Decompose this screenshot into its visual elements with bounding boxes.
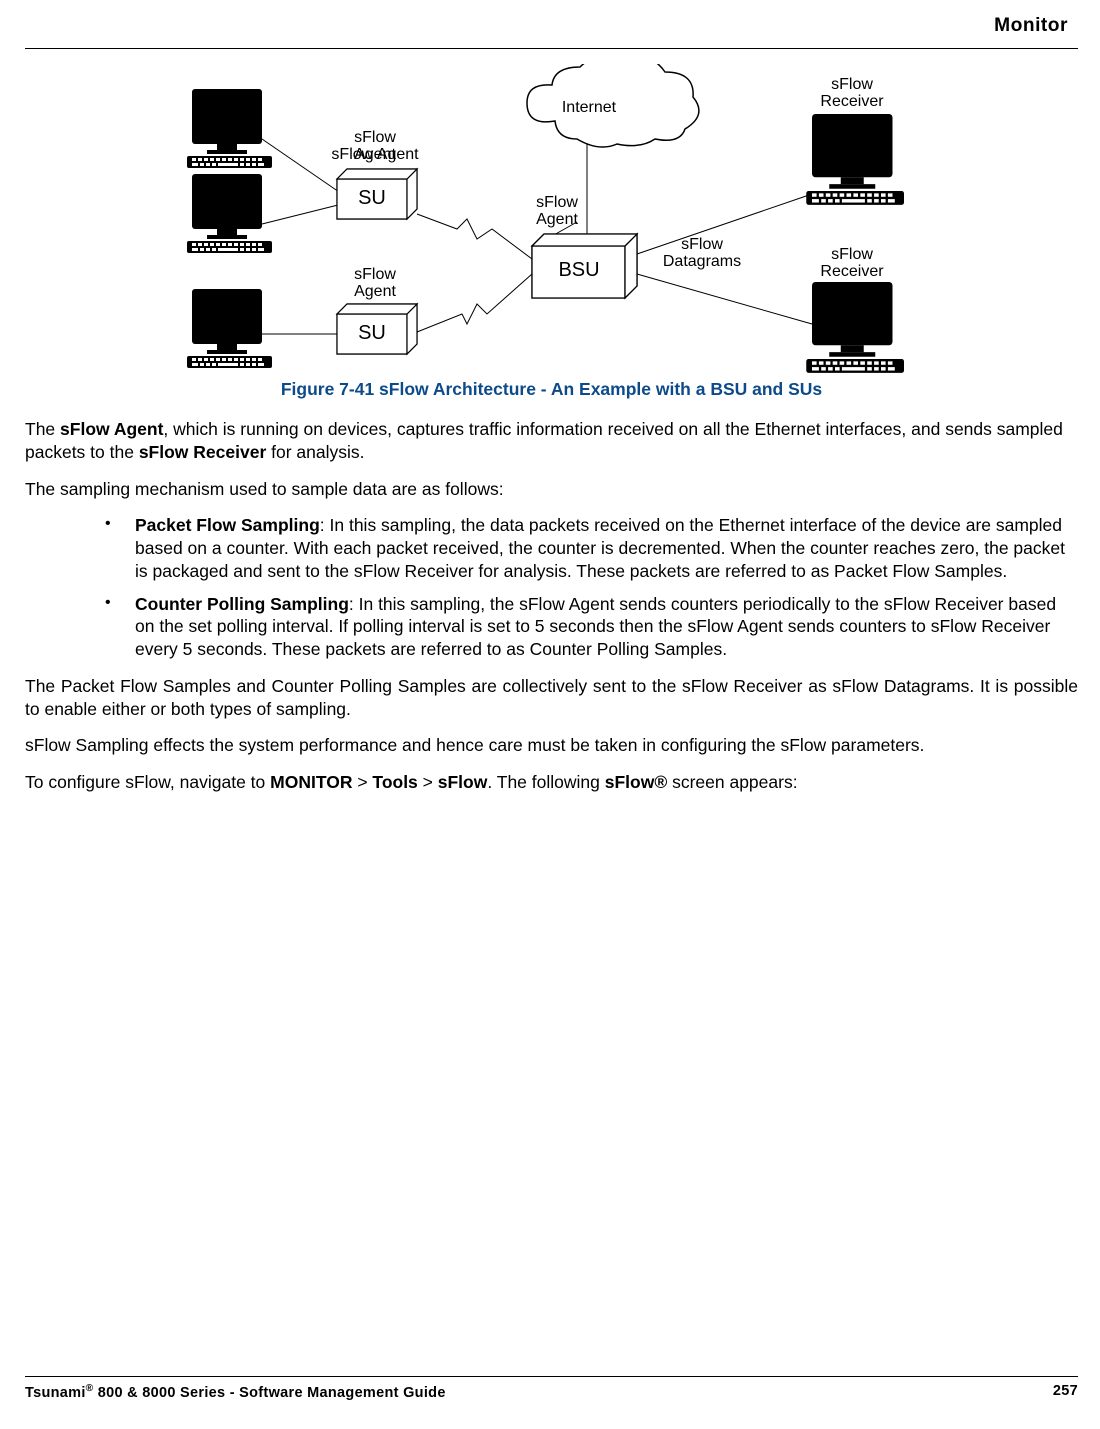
svg-text:sFlow: sFlow bbox=[354, 266, 396, 283]
receiver-top: sFlow Receiver bbox=[806, 76, 904, 205]
svg-text:Agent: Agent bbox=[536, 211, 578, 228]
svg-text:sFlow: sFlow bbox=[831, 246, 873, 263]
svg-text:Receiver: Receiver bbox=[820, 263, 884, 280]
page-header: Monitor bbox=[25, 15, 1078, 37]
bullet-packet-flow: Packet Flow Sampling: In this sampling, … bbox=[105, 514, 1078, 582]
bsu-box: sFlow Agent BSU bbox=[532, 194, 637, 298]
paragraph-3: The Packet Flow Samples and Counter Poll… bbox=[25, 675, 1078, 721]
svg-text:Agent: Agent bbox=[354, 146, 396, 163]
svg-text:Agent: Agent bbox=[354, 283, 396, 300]
su-box-top: sFlow Agent sFlow Agent SU bbox=[331, 129, 419, 219]
svg-text:SU: SU bbox=[358, 187, 386, 209]
svg-text:Datagrams: Datagrams bbox=[662, 253, 740, 270]
svg-text:sFlow: sFlow bbox=[831, 76, 873, 93]
page-number: 257 bbox=[1053, 1383, 1078, 1401]
internet-cloud: Internet bbox=[527, 64, 699, 147]
footer-left: Tsunami® 800 & 8000 Series - Software Ma… bbox=[25, 1383, 446, 1401]
bullet-counter-polling: Counter Polling Sampling: In this sampli… bbox=[105, 593, 1078, 661]
page-footer: Tsunami® 800 & 8000 Series - Software Ma… bbox=[25, 1376, 1078, 1401]
svg-text:SU: SU bbox=[358, 322, 386, 344]
receiver-bottom: sFlow Receiver bbox=[806, 246, 904, 373]
header-rule bbox=[25, 48, 1078, 49]
paragraph-2: The sampling mechanism used to sample da… bbox=[25, 478, 1078, 501]
svg-text:sFlow: sFlow bbox=[536, 194, 578, 211]
architecture-figure: Internet bbox=[157, 64, 947, 374]
paragraph-4: sFlow Sampling effects the system perfor… bbox=[25, 734, 1078, 757]
paragraph-1: The sFlow Agent, which is running on dev… bbox=[25, 418, 1078, 464]
su-box-bottom: sFlow Agent SU bbox=[337, 266, 417, 354]
client-pc-icon bbox=[187, 89, 272, 168]
paragraph-5: To configure sFlow, navigate to MONITOR … bbox=[25, 771, 1078, 794]
svg-text:sFlow: sFlow bbox=[354, 129, 396, 146]
body-text: The sFlow Agent, which is running on dev… bbox=[25, 418, 1078, 794]
client-pc-icon bbox=[187, 289, 272, 368]
svg-text:BSU: BSU bbox=[558, 259, 599, 281]
cloud-label: Internet bbox=[561, 99, 616, 116]
figure-caption: Figure 7-41 sFlow Architecture - An Exam… bbox=[25, 379, 1078, 400]
svg-text:Receiver: Receiver bbox=[820, 93, 884, 110]
client-pc-icon bbox=[187, 174, 272, 253]
svg-text:sFlow: sFlow bbox=[681, 236, 723, 253]
